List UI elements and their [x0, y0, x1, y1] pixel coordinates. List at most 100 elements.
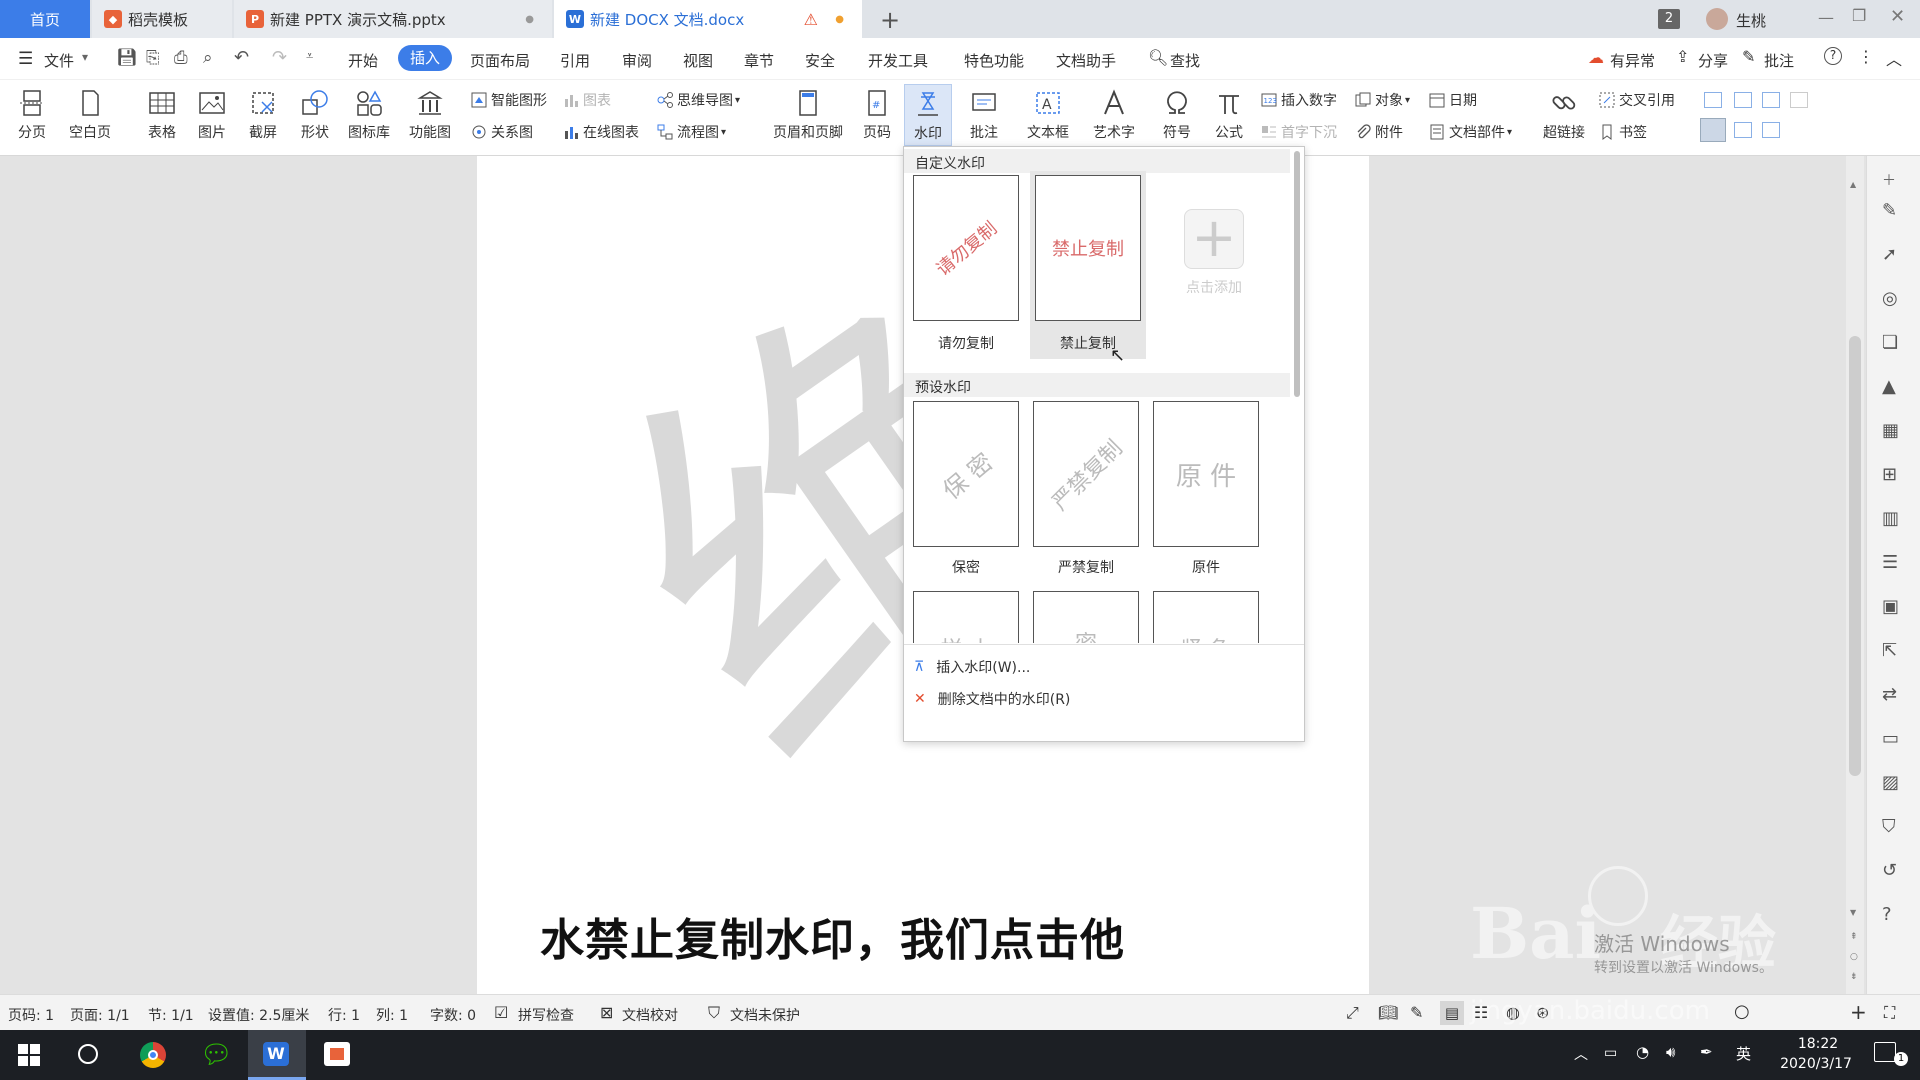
status-section[interactable]: 节: 1/1 [148, 1005, 194, 1025]
drop-cap-button[interactable]: 首字下沉 [1260, 122, 1337, 142]
status-page-code[interactable]: 页码: 1 [8, 1005, 54, 1025]
cursor-icon[interactable]: ➚ [1882, 244, 1904, 266]
add-custom-watermark[interactable]: + 点击添加 [1152, 175, 1262, 325]
share-button[interactable]: 分享 [1698, 50, 1728, 71]
help-icon[interactable]: ? [1824, 47, 1842, 65]
sliders-icon[interactable]: ☰ [1882, 552, 1904, 574]
chart-panel-icon[interactable]: ▥ [1882, 508, 1904, 530]
attachment-button[interactable]: 附件 [1354, 122, 1403, 142]
show-hidden-icons[interactable]: ︿ [1574, 1044, 1588, 1064]
wps-writer-taskbar-icon[interactable]: W [248, 1030, 306, 1080]
prev-page-icon[interactable]: ⇞ [1850, 932, 1858, 942]
doc-parts-button[interactable]: 文档部件 ▾ [1428, 122, 1512, 142]
edit-mode-icon[interactable]: ✎ [1410, 1003, 1423, 1022]
menu-tab-features[interactable]: 特色功能 [964, 50, 1024, 71]
read-mode-icon[interactable]: 📖︎ [1378, 1003, 1398, 1022]
icon-library-button[interactable]: 图标库 [344, 88, 394, 142]
wordart-panel-icon[interactable]: ▲ [1882, 376, 1904, 398]
fullscreen-icon[interactable]: ⤢ [1346, 1003, 1359, 1023]
collapse-ribbon-icon[interactable]: ︿ [1886, 46, 1902, 70]
sync-status[interactable]: 有异常 [1610, 50, 1655, 71]
list-control-icon[interactable] [1762, 92, 1780, 108]
print-icon[interactable]: ⎙ [174, 48, 188, 68]
symbol-button[interactable]: 符号 [1154, 88, 1200, 142]
image-panel-icon[interactable]: ▣ [1882, 596, 1904, 618]
user-avatar[interactable] [1706, 8, 1728, 30]
chevron-down-icon[interactable]: ▾ [82, 50, 88, 64]
cortana-icon[interactable] [78, 1044, 98, 1064]
dropdown-scrollbar[interactable] [1292, 149, 1302, 643]
preset-watermark-yanjin[interactable]: 严禁复制 严禁复制 [1030, 397, 1142, 583]
expand-panel-icon[interactable]: ＋ [1882, 170, 1904, 192]
object-button[interactable]: 对象 ▾ [1354, 90, 1410, 110]
search-icon[interactable]: 🔍︎ [1148, 48, 1168, 67]
restore-button[interactable]: ❐ [1852, 6, 1866, 25]
bookmark-button[interactable]: 书签 [1598, 122, 1647, 142]
blank-page-button[interactable]: 空白页 [62, 88, 118, 142]
picture-button[interactable]: 图片 [190, 88, 234, 142]
vertical-scrollbar[interactable]: ▲ ▼ ⇞ ○ ⇟ [1846, 156, 1864, 994]
translate-icon[interactable]: ⇄ [1882, 684, 1904, 706]
combo-control-icon[interactable] [1734, 122, 1752, 138]
watermark-preview-partial[interactable]: 紧 急 [1153, 591, 1259, 643]
search-menu[interactable]: 查找 [1170, 50, 1200, 71]
status-setting[interactable]: 设置值: 2.5厘米 [208, 1005, 309, 1025]
menu-tab-start[interactable]: 开始 [348, 50, 378, 71]
location-icon[interactable]: ◎ [1882, 288, 1904, 310]
input-method-indicator[interactable]: 英 [1736, 1043, 1751, 1064]
smart-graphic-button[interactable]: 智能图形 [470, 90, 547, 110]
shape-button[interactable]: 形状 [292, 88, 338, 142]
table-button[interactable]: 表格 [140, 88, 184, 142]
page-view-icon[interactable]: ▤ [1440, 1001, 1464, 1025]
shield-icon[interactable]: ⛉ [1882, 816, 1904, 838]
user-name[interactable]: 生桃 [1736, 10, 1766, 31]
windows-start-icon[interactable] [18, 1044, 40, 1066]
share-icon[interactable]: ⇪ [1676, 47, 1689, 66]
custom-watermark-1[interactable]: 请勿复制 请勿复制 [910, 171, 1022, 357]
menu-tab-reference[interactable]: 引用 [560, 50, 590, 71]
menu-tab-developer[interactable]: 开发工具 [868, 50, 928, 71]
insert-watermark-item[interactable]: ⊼ 插入水印(W)... [904, 653, 1304, 681]
insert-number-button[interactable]: 123 插入数字 [1260, 90, 1337, 110]
tab-home[interactable]: 首页 [0, 0, 90, 38]
spellcheck-icon[interactable]: ☑ [494, 1003, 508, 1022]
status-page[interactable]: 页面: 1/1 [70, 1005, 130, 1025]
watermark-button[interactable]: 水印 [904, 84, 952, 146]
proofread-button[interactable]: 文档校对 [622, 1005, 678, 1025]
protect-icon[interactable]: ⛉ [708, 1003, 720, 1023]
zoom-out-icon[interactable]: ○ [1734, 1001, 1750, 1022]
save-icon[interactable]: 💾︎ [116, 48, 138, 68]
archive-icon[interactable]: ▭ [1882, 728, 1904, 750]
scroll-down-arrow-icon[interactable]: ▼ [1850, 908, 1856, 917]
proofread-icon[interactable]: ⊠ [600, 1003, 613, 1022]
battery-icon[interactable]: ▭ [1604, 1045, 1617, 1061]
chrome-icon[interactable] [140, 1042, 166, 1068]
table-panel-icon[interactable]: ▦ [1882, 420, 1904, 442]
watermark-preview-partial[interactable]: 样 本 [913, 591, 1019, 643]
scroll-up-arrow-icon[interactable]: ▲ [1850, 180, 1856, 189]
preset-watermark-yuanjian[interactable]: 原 件 原件 [1150, 397, 1262, 583]
function-chart-button[interactable]: 功能图 [402, 88, 458, 142]
hyperlink-button[interactable]: 超链接 [1536, 88, 1592, 142]
shapes-icon[interactable]: ❏ [1882, 332, 1904, 354]
menu-tab-insert[interactable]: 插入 [398, 45, 452, 71]
formula-button[interactable]: 公式 [1206, 88, 1252, 142]
browse-object-icon[interactable]: ○ [1850, 952, 1858, 962]
menu-tab-security[interactable]: 安全 [805, 50, 835, 71]
notification-center-icon[interactable] [1874, 1042, 1896, 1062]
apps-icon[interactable]: ⊞ [1882, 464, 1904, 486]
print-preview-icon[interactable]: ⌕ [203, 48, 213, 68]
form-control-icon[interactable] [1704, 92, 1722, 108]
wps-presentation-taskbar-icon[interactable] [324, 1042, 350, 1066]
textbox-button[interactable]: A 文本框 [1020, 88, 1076, 142]
undo-icon[interactable]: ↶ [234, 47, 249, 68]
date-button[interactable]: 日期 [1428, 90, 1477, 110]
clock-time[interactable]: 18:22 [1786, 1036, 1850, 1052]
wechat-icon[interactable]: 💬︎ [200, 1042, 233, 1068]
tab-pptx-file[interactable]: P 新建 PPTX 演示文稿.pptx ● [234, 0, 552, 38]
fit-window-icon[interactable]: ⛶ [1884, 1003, 1895, 1023]
checkbox-control-icon[interactable] [1734, 92, 1752, 108]
network-icon[interactable]: ◔ [1636, 1043, 1649, 1061]
image-control-icon[interactable] [1790, 92, 1808, 108]
menu-tab-view[interactable]: 视图 [683, 50, 713, 71]
